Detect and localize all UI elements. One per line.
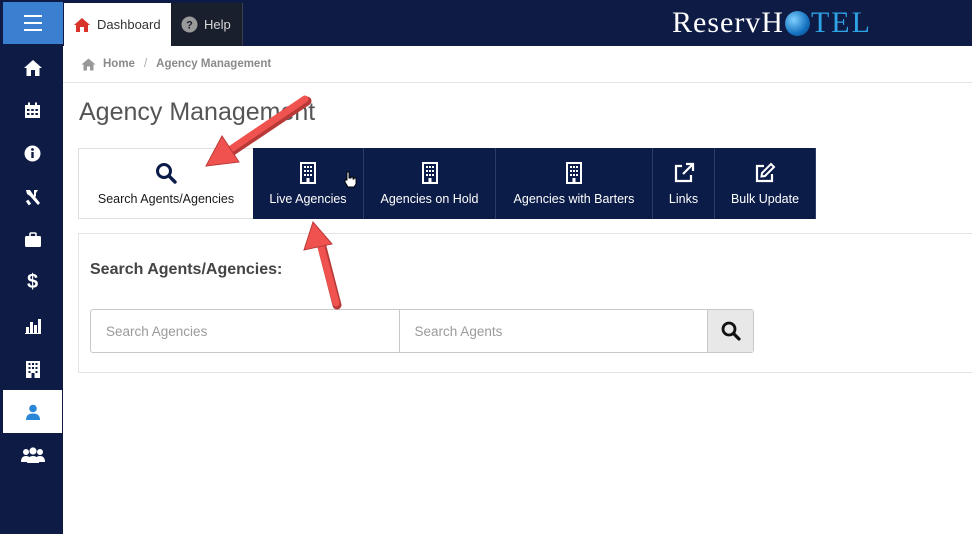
tab-label: Agencies with Barters	[513, 191, 635, 206]
tab-label: Search Agents/Agencies	[97, 191, 235, 206]
sidebar-item-reports[interactable]	[3, 304, 62, 347]
tab-bulk-update[interactable]: Bulk Update	[715, 148, 816, 219]
question-circle-icon: ?	[181, 16, 198, 33]
users-icon	[20, 446, 45, 463]
home-icon	[74, 17, 90, 32]
top-tab-dashboard[interactable]: Dashboard	[64, 3, 171, 46]
building-icon	[421, 161, 438, 184]
tab-live-agencies[interactable]: Live Agencies	[253, 148, 364, 219]
edit-icon	[755, 162, 776, 182]
sidebar: $	[0, 46, 63, 534]
brand-part2: TEL	[810, 6, 872, 39]
sidebar-item-billing[interactable]: $	[3, 261, 62, 304]
home-icon	[81, 58, 96, 70]
home-icon	[23, 59, 42, 76]
sidebar-item-home[interactable]	[3, 46, 62, 89]
search-icon	[721, 321, 741, 341]
top-tab-help-label: Help	[204, 17, 231, 32]
brand-logo: ReservH TEL	[672, 4, 872, 42]
globe-icon	[784, 10, 810, 36]
tab-label: Bulk Update	[730, 191, 800, 206]
sidebar-item-agents[interactable]	[3, 390, 62, 433]
tab-agencies-with-barters[interactable]: Agencies with Barters	[496, 148, 653, 219]
breadcrumb-home-link[interactable]: Home	[103, 58, 135, 70]
building-icon	[300, 161, 316, 184]
dollar-icon: $	[26, 271, 39, 293]
top-tab-dashboard-label: Dashboard	[97, 17, 161, 32]
search-panel: Search Agents/Agencies:	[78, 233, 972, 373]
hamburger-icon	[24, 13, 42, 34]
top-tab-help[interactable]: ? Help	[171, 3, 243, 46]
sidebar-item-hotels[interactable]	[3, 347, 62, 390]
briefcase-icon	[24, 231, 41, 247]
sidebar-item-users[interactable]	[3, 433, 62, 476]
search-button[interactable]	[707, 310, 753, 352]
external-link-icon	[674, 162, 694, 182]
tab-label: Live Agencies	[269, 191, 347, 206]
top-bar: Dashboard ? Help ReservH TEL	[0, 0, 972, 46]
sidebar-item-info[interactable]	[3, 132, 62, 175]
tab-links[interactable]: Links	[653, 148, 715, 219]
tab-label: Links	[668, 191, 699, 206]
menu-toggle-button[interactable]	[3, 2, 63, 44]
svg-text:?: ?	[186, 20, 193, 32]
info-icon	[24, 145, 41, 162]
tab-label: Agencies on Hold	[380, 191, 479, 206]
agency-tabs: Search Agents/Agencies Live Agencies Age…	[78, 148, 816, 219]
search-panel-title: Search Agents/Agencies:	[90, 261, 283, 278]
sidebar-item-briefcase[interactable]	[3, 218, 62, 261]
calendar-icon	[25, 102, 40, 118]
tab-agencies-on-hold[interactable]: Agencies on Hold	[364, 148, 496, 219]
search-icon	[156, 162, 177, 184]
tools-icon	[25, 189, 40, 205]
search-agencies-input[interactable]	[91, 310, 400, 352]
search-group	[90, 309, 754, 353]
search-agents-input[interactable]	[399, 310, 708, 352]
breadcrumb-separator: /	[143, 58, 148, 70]
bar-chart-icon	[24, 318, 41, 334]
building-icon	[566, 161, 582, 184]
sidebar-item-calendar[interactable]	[3, 89, 62, 132]
breadcrumb-current: Agency Management	[156, 58, 272, 70]
tab-search-agents-agencies[interactable]: Search Agents/Agencies	[78, 148, 253, 219]
user-icon	[25, 404, 40, 420]
breadcrumb: Home / Agency Management	[63, 46, 972, 83]
sidebar-item-tools[interactable]	[3, 175, 62, 218]
building-icon	[25, 360, 40, 378]
brand-part1: ReservH	[672, 6, 784, 39]
page-title: Agency Management	[79, 98, 316, 126]
